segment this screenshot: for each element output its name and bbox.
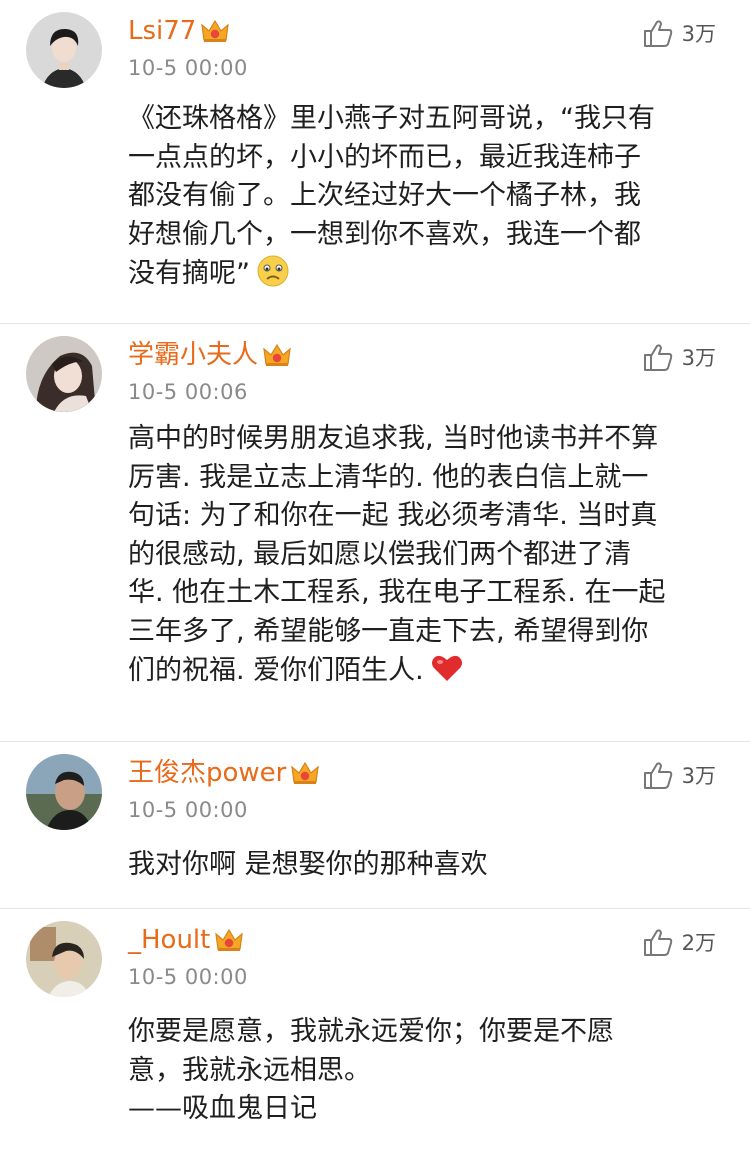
sad-face-emoji <box>256 254 290 288</box>
like-button[interactable]: 3万 <box>642 760 716 790</box>
timestamp: 10-5 00:00 <box>128 965 248 989</box>
thumbs-up-icon <box>642 760 674 790</box>
vip-crown-icon <box>290 760 320 786</box>
comment-item: 学霸小夫人 10-5 00:06 3万 高中的时候男朋友追求我, 当时他读书并不… <box>0 324 750 742</box>
comment-item: Lsi77 10-5 00:00 3万 《还珠格格》里小燕子对五阿哥说，“我只有… <box>0 0 750 324</box>
like-count: 3万 <box>681 764 716 788</box>
like-count: 3万 <box>681 22 716 46</box>
avatar[interactable] <box>26 336 102 412</box>
vip-crown-icon <box>200 18 230 44</box>
comment-text: 高中的时候男朋友追求我, 当时他读书并不算 厉害. 我是立志上清华的. 他的表白… <box>128 423 666 686</box>
timestamp: 10-5 00:00 <box>128 798 248 822</box>
vip-crown-icon <box>214 927 244 953</box>
avatar[interactable] <box>26 921 102 997</box>
like-count: 3万 <box>681 346 716 370</box>
comment-text: 《还珠格格》里小燕子对五阿哥说，“我只有 一点点的坏，小小的坏而已，最近我连柿子… <box>128 103 655 289</box>
timestamp: 10-5 00:06 <box>128 380 248 404</box>
avatar[interactable] <box>26 754 102 830</box>
username[interactable]: _Hoult <box>128 923 210 957</box>
timestamp: 10-5 00:00 <box>128 56 248 80</box>
like-button[interactable]: 2万 <box>642 927 716 957</box>
username[interactable]: 王俊杰power <box>128 756 286 790</box>
thumbs-up-icon <box>642 927 674 957</box>
like-button[interactable]: 3万 <box>642 18 716 48</box>
thumbs-up-icon <box>642 18 674 48</box>
thumbs-up-icon <box>642 342 674 372</box>
vip-crown-icon <box>262 342 292 368</box>
comment-item: 王俊杰power 10-5 00:00 3万 我对你啊 是想娶你的那种喜欢 <box>0 742 750 909</box>
comment-text: 我对你啊 是想娶你的那种喜欢 <box>128 849 488 880</box>
like-button[interactable]: 3万 <box>642 342 716 372</box>
username[interactable]: 学霸小夫人 <box>128 338 258 372</box>
like-count: 2万 <box>681 931 716 955</box>
comment-item: _Hoult 10-5 00:00 2万 你要是愿意，我就永远爱你；你要是不愿 … <box>0 909 750 1154</box>
red-heart-emoji <box>430 651 464 685</box>
avatar[interactable] <box>26 12 102 88</box>
comment-text: 你要是愿意，我就永远爱你；你要是不愿 意，我就永远相思。 ——吸血鬼日记 <box>128 1016 614 1124</box>
username[interactable]: Lsi77 <box>128 14 196 48</box>
